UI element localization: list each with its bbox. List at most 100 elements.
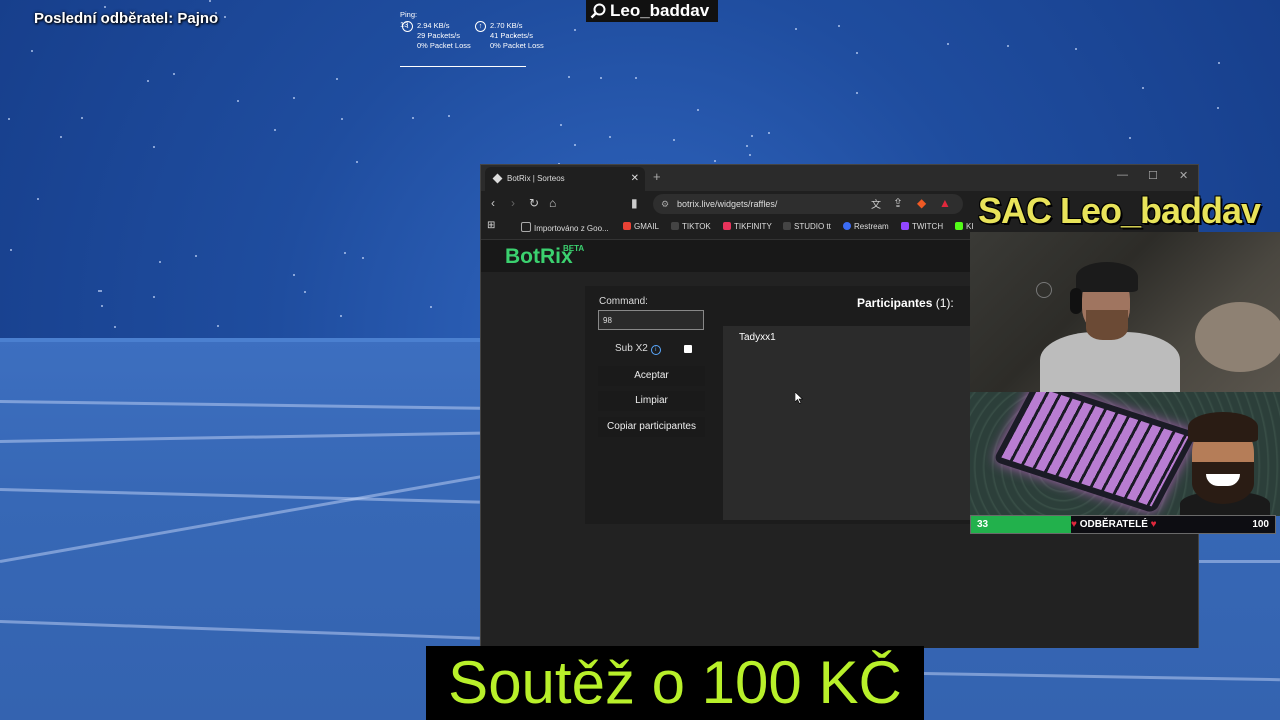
star [153, 296, 155, 298]
forward-icon[interactable]: › [511, 196, 515, 210]
streamer-beanie [1076, 262, 1138, 292]
tikfinity-icon [723, 222, 731, 230]
headset-icon [1070, 288, 1082, 314]
mouse-cursor-icon [795, 392, 803, 404]
star [751, 135, 753, 137]
download-arrow-icon: ↓ [402, 21, 413, 32]
sub-x2-text: Sub X2 [615, 343, 648, 354]
star [31, 50, 33, 52]
site-settings-icon[interactable]: ⚙ [661, 194, 669, 214]
reload-icon[interactable]: ↻ [529, 196, 539, 210]
tab-bar: BotRix | Sorteos ✕ + — ☐ ✕ [481, 165, 1198, 191]
bookmark-label: TWITCH [912, 222, 944, 231]
star [795, 28, 797, 30]
close-window-icon[interactable]: ✕ [1179, 169, 1188, 182]
star [101, 305, 103, 307]
apps-grid-icon[interactable]: ⊞ [487, 220, 495, 231]
star [673, 139, 675, 141]
wall-emblem-icon [1036, 282, 1052, 298]
bookmark-item[interactable]: Restream [843, 222, 889, 231]
star [341, 118, 343, 120]
star [746, 145, 748, 147]
download-rate: 2.94 KB/s [417, 21, 450, 30]
clear-button[interactable]: Limpiar [598, 391, 705, 411]
star [768, 132, 770, 134]
sub-goal-current: 33 [977, 519, 989, 530]
bookmark-item[interactable]: TIKFINITY [723, 222, 772, 231]
streamer-body [1040, 332, 1180, 392]
heart-icon: ♥ [1071, 519, 1077, 530]
star [1218, 62, 1220, 64]
kick-icon [955, 222, 963, 230]
maximize-icon[interactable]: ☐ [1148, 169, 1158, 182]
brave-rewards-icon[interactable]: ▲ [939, 196, 951, 210]
accept-button[interactable]: Aceptar [598, 366, 705, 386]
url-text: botrix.live/widgets/raffles/ [677, 199, 778, 209]
star [574, 29, 576, 31]
bookmark-item[interactable]: STUDIO tt [783, 222, 831, 231]
twitch-icon [901, 222, 909, 230]
participants-list: Tadyxx1 [723, 326, 971, 520]
keyboard-icon [992, 392, 1198, 514]
translate-icon[interactable]: 文 [871, 196, 881, 211]
bookmark-label: Importováno z Goo... [534, 224, 609, 233]
webcam-feed [970, 232, 1280, 392]
participants-title: Participantes (1): [857, 296, 954, 310]
channel-tag: Leo_baddav [586, 0, 718, 22]
avatar-hair [1188, 412, 1258, 442]
heart-icon: ♥ [1150, 519, 1157, 530]
upload-loss: 0% Packet Loss [490, 41, 544, 50]
share-icon[interactable]: ⇪ [893, 196, 903, 210]
star [81, 117, 83, 119]
back-icon[interactable]: ‹ [491, 196, 495, 210]
star [304, 291, 306, 293]
star [147, 80, 149, 82]
star [100, 290, 102, 292]
home-icon[interactable]: ⌂ [549, 196, 556, 210]
restream-icon [843, 222, 851, 230]
star [114, 326, 116, 328]
sub-goal-label-group: ♥ ODBĚRATELÉ ♥ [1071, 516, 1157, 533]
beta-badge: BETA [563, 244, 585, 253]
star [1075, 48, 1077, 50]
sub-x2-label: Sub X2 i [615, 343, 661, 355]
star [104, 6, 106, 8]
bookmark-item[interactable]: TWITCH [901, 222, 943, 231]
tab-botrix[interactable]: BotRix | Sorteos ✕ [485, 167, 645, 191]
star [749, 154, 751, 156]
command-input[interactable] [598, 310, 704, 330]
copy-participants-button[interactable]: Copiar participantes [598, 417, 705, 437]
cat [1195, 302, 1280, 372]
sub-goal-label: ODBĚRATELÉ [1079, 519, 1148, 530]
bookmark-label: STUDIO tt [794, 222, 831, 231]
star [8, 118, 10, 120]
bookmark-item[interactable]: GMAIL [623, 222, 659, 231]
star [856, 52, 858, 54]
bookmark-item[interactable]: TIKTOK [671, 222, 711, 231]
star [60, 136, 62, 138]
sub-x2-checkbox[interactable] [684, 345, 692, 353]
bookmark-icon[interactable]: ▮ [631, 196, 638, 210]
bookmark-label: TIKTOK [682, 222, 711, 231]
raffle-panel: Command: Sub X2i Aceptar Limpiar Copiar … [585, 286, 971, 524]
botrix-favicon-icon [492, 173, 503, 184]
bookmark-item[interactable]: Importováno z Goo... [521, 222, 609, 233]
new-tab-icon[interactable]: + [653, 169, 661, 184]
star [293, 97, 295, 99]
bookmark-item[interactable]: KI [955, 222, 974, 231]
tiktok-studio-icon [783, 222, 791, 230]
list-item: Tadyxx1 [739, 332, 776, 343]
download-loss: 0% Packet Loss [417, 41, 471, 50]
star [153, 146, 155, 148]
info-icon[interactable]: i [650, 345, 661, 355]
tab-title: BotRix | Sorteos [507, 174, 565, 183]
ground-grid-line [1198, 560, 1280, 563]
star [609, 136, 611, 138]
upload-arrow-icon: ↑ [475, 21, 486, 32]
minimize-icon[interactable]: — [1117, 169, 1128, 181]
star [217, 325, 219, 327]
channel-name: Leo_baddav [610, 1, 710, 20]
star [448, 115, 450, 117]
brave-shield-icon[interactable]: ◆ [917, 196, 926, 210]
close-tab-icon[interactable]: ✕ [631, 167, 639, 191]
